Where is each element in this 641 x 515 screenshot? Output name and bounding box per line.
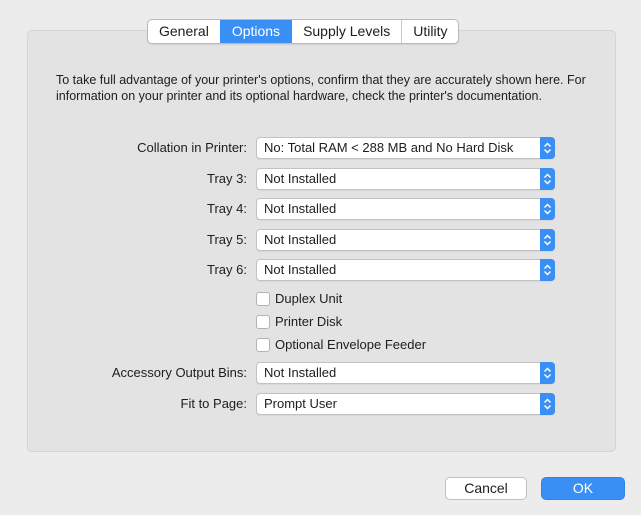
tray4-value: Not Installed — [264, 201, 337, 216]
tray6-row: Tray 6: Not Installed — [0, 259, 641, 281]
duplex-unit-label: Duplex Unit — [275, 291, 343, 306]
popup-arrows-icon — [540, 229, 555, 251]
printer-disk-label: Printer Disk — [275, 314, 343, 329]
tray6-label: Tray 6: — [207, 262, 247, 277]
tray4-row: Tray 4: Not Installed — [0, 198, 641, 220]
output-bins-label: Accessory Output Bins: — [111, 365, 247, 380]
tray6-value: Not Installed — [264, 262, 337, 277]
tray5-row: Tray 5: Not Installed — [0, 229, 641, 251]
tab-supply-levels[interactable]: Supply Levels — [291, 20, 401, 43]
popup-arrows-icon — [540, 198, 555, 220]
popup-arrows-icon — [540, 393, 555, 415]
tray5-label: Tray 5: — [207, 232, 247, 247]
fit-to-page-popup[interactable]: Prompt User — [256, 393, 555, 415]
collation-row: Collation in Printer: No: Total RAM < 28… — [0, 137, 641, 159]
popup-arrows-icon — [540, 168, 555, 190]
tray3-value: Not Installed — [264, 171, 337, 186]
fit-to-page-value: Prompt User — [264, 396, 337, 411]
checkbox-box[interactable] — [256, 315, 270, 329]
checkbox-box[interactable] — [256, 292, 270, 306]
popup-arrows-icon — [540, 259, 555, 281]
fit-to-page-label: Fit to Page: — [180, 396, 247, 411]
popup-arrows-icon — [540, 137, 555, 159]
tab-bar: General Options Supply Levels Utility — [147, 19, 460, 44]
ok-button[interactable]: OK — [541, 477, 625, 500]
tray5-popup[interactable]: Not Installed — [256, 229, 555, 251]
tray3-popup[interactable]: Not Installed — [256, 168, 555, 190]
output-bins-popup[interactable]: Not Installed — [256, 362, 555, 384]
tray3-label: Tray 3: — [207, 171, 247, 186]
tray5-value: Not Installed — [264, 232, 337, 247]
cancel-button[interactable]: Cancel — [445, 477, 527, 500]
tray6-popup[interactable]: Not Installed — [256, 259, 555, 281]
envelope-feeder-label: Optional Envelope Feeder — [275, 337, 427, 352]
collation-popup[interactable]: No: Total RAM < 288 MB and No Hard Disk — [256, 137, 555, 159]
tab-utility[interactable]: Utility — [401, 20, 458, 43]
description-text: To take full advantage of your printer's… — [56, 73, 586, 103]
fit-to-page-row: Fit to Page: Prompt User — [0, 393, 641, 415]
tray3-row: Tray 3: Not Installed — [0, 168, 641, 190]
collation-value: No: Total RAM < 288 MB and No Hard Disk — [264, 140, 514, 155]
output-bins-value: Not Installed — [264, 365, 337, 380]
tab-general[interactable]: General — [148, 20, 220, 43]
tab-options[interactable]: Options — [219, 20, 292, 43]
output-bins-row: Accessory Output Bins: Not Installed — [0, 362, 641, 384]
collation-label: Collation in Printer: — [137, 140, 247, 155]
tray4-popup[interactable]: Not Installed — [256, 198, 555, 220]
tray4-label: Tray 4: — [207, 201, 247, 216]
checkbox-box[interactable] — [256, 338, 270, 352]
popup-arrows-icon — [540, 362, 555, 384]
